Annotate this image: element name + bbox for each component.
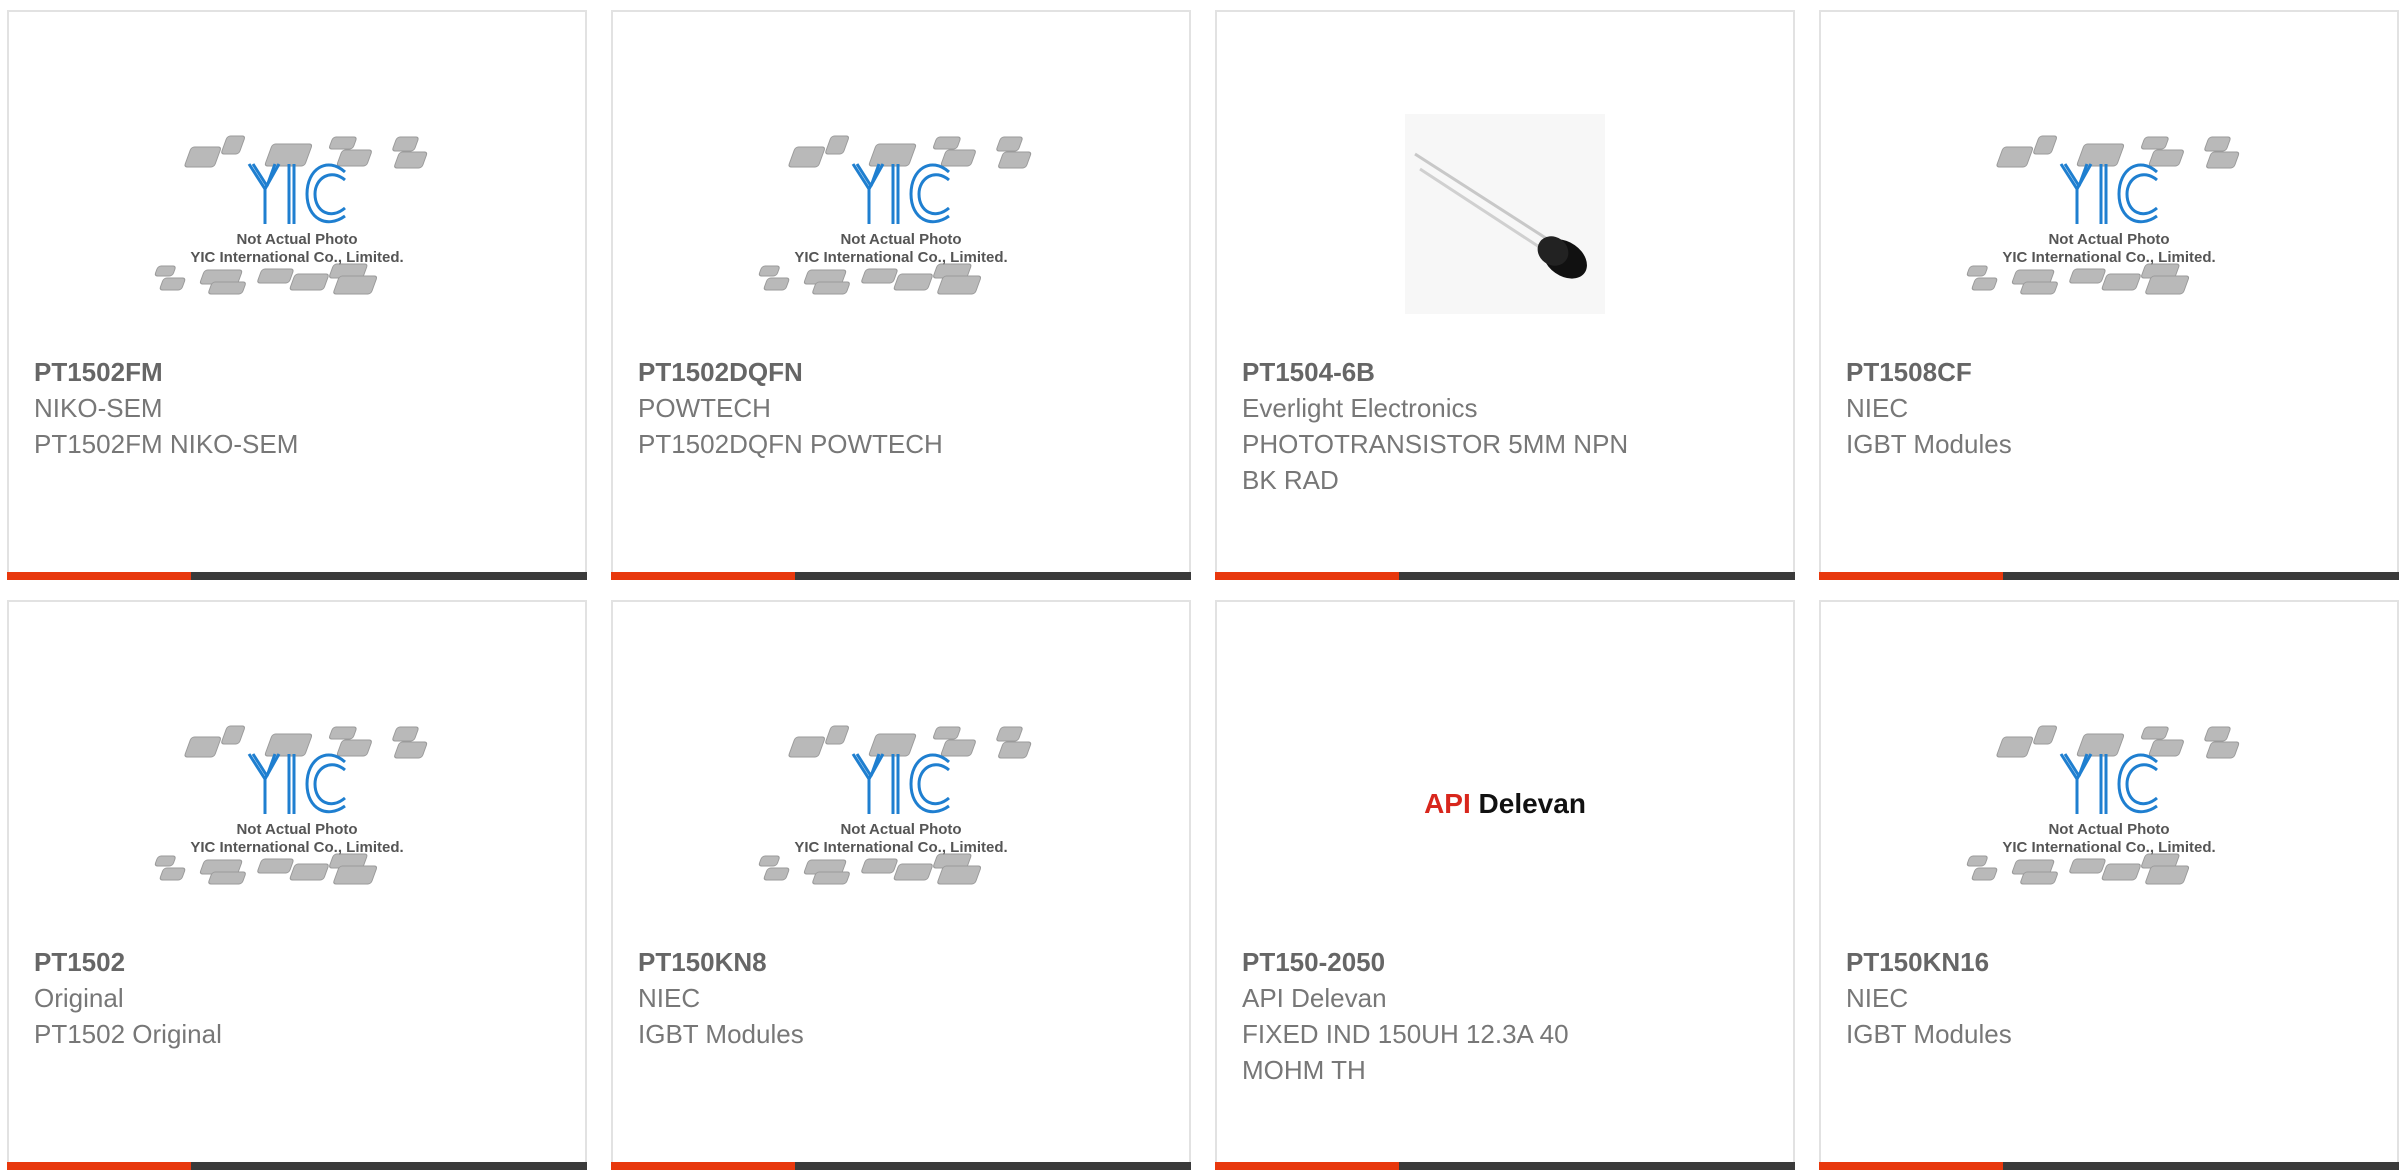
card-dark-bar xyxy=(795,1162,1191,1170)
product-info: PT1504-6B Everlight Electronics PHOTOTRAN… xyxy=(1242,354,1693,498)
placeholder-caption-2: YIC International Co., Limited. xyxy=(2002,839,2215,856)
product-detail-line: API Delevan xyxy=(1242,983,1387,1013)
placeholder-caption-2: YIC International Co., Limited. xyxy=(794,249,1007,266)
api-delevan-logo: API Delevan xyxy=(1424,788,1586,820)
placeholder-caption-2: YIC International Co., Limited. xyxy=(2002,249,2215,266)
product-detail-line: NIEC xyxy=(1846,983,1909,1013)
placeholder-caption-1: Not Actual Photo xyxy=(2048,821,2169,838)
product-card[interactable]: Not Actual Photo YIC International Co., … xyxy=(7,600,587,1170)
product-image[interactable]: API Delevan xyxy=(1217,664,1793,944)
product-image[interactable]: Not Actual Photo YIC International Co., … xyxy=(613,664,1189,944)
card-dark-bar xyxy=(795,572,1191,580)
product-card[interactable]: Not Actual Photo YIC International Co., … xyxy=(611,600,1191,1170)
product-card[interactable]: Not Actual Photo YIC International Co., … xyxy=(1819,600,2399,1170)
product-info: PT150KN8 NIEC IGBT Modules xyxy=(638,944,1089,1052)
card-bottom-bar xyxy=(7,1162,587,1170)
product-image[interactable]: Not Actual Photo YIC International Co., … xyxy=(9,74,585,354)
product-part-number[interactable]: PT1502 xyxy=(34,944,485,980)
placeholder-caption-1: Not Actual Photo xyxy=(840,821,961,838)
product-part-number[interactable]: PT1504-6B xyxy=(1242,354,1693,390)
card-dark-bar xyxy=(1399,1162,1795,1170)
product-info: PT1508CF NIEC IGBT Modules xyxy=(1846,354,2297,462)
product-detail-line: PT1502 Original xyxy=(34,1019,222,1049)
product-detail-line: Original xyxy=(34,983,124,1013)
logo-api-text: API xyxy=(1424,788,1471,819)
product-detail-line: IGBT Modules xyxy=(638,1019,804,1049)
placeholder-caption-2: YIC International Co., Limited. xyxy=(794,839,1007,856)
yic-placeholder-icon: Not Actual Photo YIC International Co., … xyxy=(758,135,1032,295)
product-info: PT150KN16 NIEC IGBT Modules xyxy=(1846,944,2297,1052)
yic-placeholder-icon: Not Actual Photo YIC International Co., … xyxy=(758,725,1032,885)
product-detail-line: Everlight Electronics xyxy=(1242,393,1478,423)
card-accent-bar xyxy=(1819,572,2003,580)
product-card[interactable]: API Delevan PT150-2050 API Delevan FIXED … xyxy=(1215,600,1795,1170)
card-dark-bar xyxy=(191,572,587,580)
card-bottom-bar xyxy=(1819,1162,2399,1170)
product-card[interactable]: PT1504-6B Everlight Electronics PHOTOTRAN… xyxy=(1215,10,1795,580)
product-detail-line: POWTECH xyxy=(638,393,771,423)
product-card[interactable]: Not Actual Photo YIC International Co., … xyxy=(7,10,587,580)
product-detail-line: PHOTOTRANSISTOR 5MM NPN xyxy=(1242,429,1629,459)
placeholder-caption-1: Not Actual Photo xyxy=(2048,231,2169,248)
card-accent-bar xyxy=(611,572,795,580)
card-dark-bar xyxy=(2003,1162,2399,1170)
product-detail-line: IGBT Modules xyxy=(1846,429,2012,459)
card-bottom-bar xyxy=(1215,1162,1795,1170)
card-bottom-bar xyxy=(611,572,1191,580)
product-detail-line: PT1502DQFN POWTECH xyxy=(638,429,943,459)
yic-placeholder-icon: Not Actual Photo YIC International Co., … xyxy=(154,135,428,295)
placeholder-caption-2: YIC International Co., Limited. xyxy=(190,249,403,266)
card-accent-bar xyxy=(611,1162,795,1170)
card-dark-bar xyxy=(1399,572,1795,580)
product-detail-line: IGBT Modules xyxy=(1846,1019,2012,1049)
product-detail-line: NIEC xyxy=(1846,393,1909,423)
product-info: PT1502 Original PT1502 Original xyxy=(34,944,485,1052)
card-dark-bar xyxy=(191,1162,587,1170)
placeholder-caption-1: Not Actual Photo xyxy=(840,231,961,248)
product-info: PT150-2050 API Delevan FIXED IND 150UH 12… xyxy=(1242,944,1693,1088)
product-detail-line: PT1502FM NIKO-SEM xyxy=(34,429,299,459)
placeholder-caption-1: Not Actual Photo xyxy=(236,231,357,248)
yic-placeholder-icon: Not Actual Photo YIC International Co., … xyxy=(1966,135,2240,295)
product-part-number[interactable]: PT1508CF xyxy=(1846,354,2297,390)
card-accent-bar xyxy=(1215,1162,1399,1170)
card-accent-bar xyxy=(1819,1162,2003,1170)
placeholder-caption-1: Not Actual Photo xyxy=(236,821,357,838)
product-part-number[interactable]: PT150-2050 xyxy=(1242,944,1693,980)
product-part-number[interactable]: PT1502FM xyxy=(34,354,485,390)
card-accent-bar xyxy=(1215,572,1399,580)
product-detail-line: NIEC xyxy=(638,983,701,1013)
product-image[interactable]: Not Actual Photo YIC International Co., … xyxy=(9,664,585,944)
product-card[interactable]: Not Actual Photo YIC International Co., … xyxy=(1819,10,2399,580)
product-info: PT1502DQFN POWTECH PT1502DQFN POWTECH xyxy=(638,354,1089,462)
product-card[interactable]: Not Actual Photo YIC International Co., … xyxy=(611,10,1191,580)
card-accent-bar xyxy=(7,1162,191,1170)
product-detail-line: FIXED IND 150UH 12.3A 40 xyxy=(1242,1019,1569,1049)
card-accent-bar xyxy=(7,572,191,580)
product-image[interactable]: Not Actual Photo YIC International Co., … xyxy=(1821,664,2397,944)
yic-placeholder-icon: Not Actual Photo YIC International Co., … xyxy=(154,725,428,885)
logo-delevan-text: Delevan xyxy=(1478,788,1586,819)
product-grid: Not Actual Photo YIC International Co., … xyxy=(7,10,2399,1170)
placeholder-caption-2: YIC International Co., Limited. xyxy=(190,839,403,856)
product-image[interactable] xyxy=(1217,74,1793,354)
card-bottom-bar xyxy=(1215,572,1795,580)
card-bottom-bar xyxy=(611,1162,1191,1170)
product-part-number[interactable]: PT150KN8 xyxy=(638,944,1089,980)
product-info: PT1502FM NIKO-SEM PT1502FM NIKO-SEM xyxy=(34,354,485,462)
product-part-number[interactable]: PT1502DQFN xyxy=(638,354,1089,390)
card-dark-bar xyxy=(2003,572,2399,580)
product-part-number[interactable]: PT150KN16 xyxy=(1846,944,2297,980)
phototransistor-icon xyxy=(1405,114,1605,314)
product-detail-line: NIKO-SEM xyxy=(34,393,163,423)
product-image[interactable]: Not Actual Photo YIC International Co., … xyxy=(613,74,1189,354)
card-bottom-bar xyxy=(7,572,587,580)
card-bottom-bar xyxy=(1819,572,2399,580)
product-detail-line: MOHM TH xyxy=(1242,1055,1366,1085)
yic-placeholder-icon: Not Actual Photo YIC International Co., … xyxy=(1966,725,2240,885)
product-detail-line: BK RAD xyxy=(1242,465,1339,495)
product-image[interactable]: Not Actual Photo YIC International Co., … xyxy=(1821,74,2397,354)
